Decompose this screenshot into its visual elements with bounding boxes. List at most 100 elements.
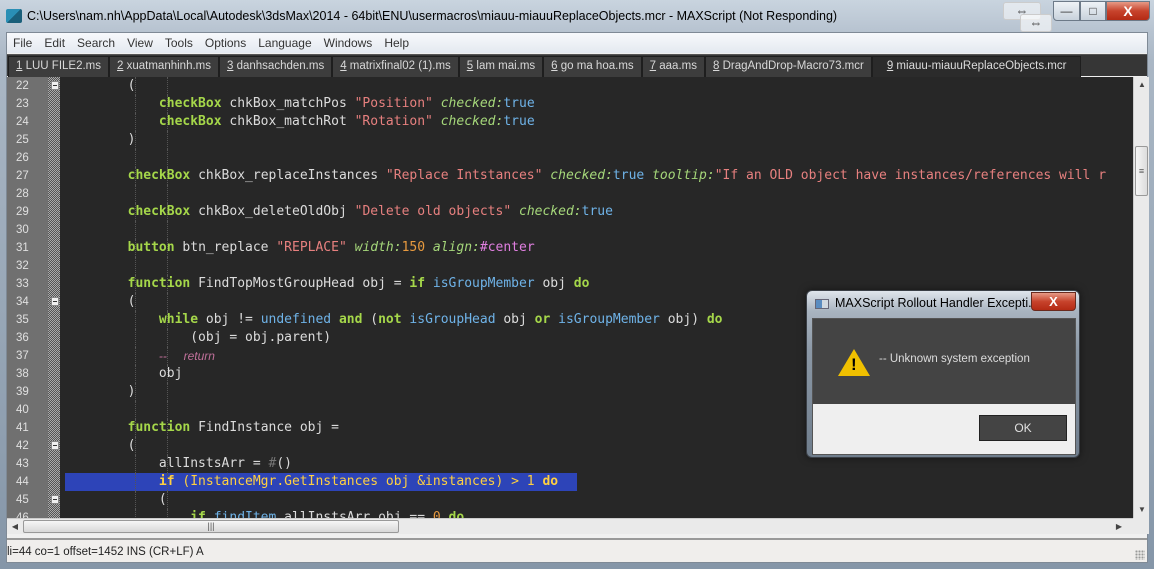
fold-collapse-icon[interactable] [51, 441, 59, 450]
resize-grip-icon[interactable] [1135, 550, 1145, 560]
line-number: 30 [16, 224, 29, 236]
menu-options[interactable]: Options [199, 33, 252, 53]
maxscript-editor-window: C:\Users\nam.nh\AppData\Local\Autodesk\3… [0, 0, 1154, 569]
code-text: ) [65, 131, 136, 149]
vertical-scrollbar[interactable]: ▲ ≡ ▼ [1133, 77, 1149, 518]
scroll-left-arrow-icon[interactable]: ◀ [7, 519, 23, 535]
code-line[interactable]: 46 if findItem allInstsArr obj == 0 do [7, 509, 1133, 518]
code-line[interactable]: 22 ( [7, 77, 1133, 95]
scroll-down-arrow-icon[interactable]: ▼ [1134, 502, 1150, 518]
title-bar: C:\Users\nam.nh\AppData\Local\Autodesk\3… [0, 0, 1154, 32]
code-line[interactable]: 31 button btn_replace "REPLACE" width:15… [7, 239, 1133, 257]
code-text: -- return [65, 347, 215, 366]
fold-collapse-icon[interactable] [51, 297, 59, 306]
menu-view[interactable]: View [121, 33, 159, 53]
scroll-up-arrow-icon[interactable]: ▲ [1134, 77, 1150, 93]
code-token: btn_replace [174, 240, 277, 255]
file-tab-8[interactable]: 8 DragAndDrop-Macro73.mcr [704, 56, 872, 77]
code-line[interactable]: 25 ) [7, 131, 1133, 149]
fold-collapse-icon[interactable] [51, 495, 59, 504]
code-text: checkBox chkBox_matchRot "Rotation" chec… [65, 113, 535, 131]
line-number: 31 [16, 242, 29, 254]
code-token: "Rotation" [354, 114, 433, 129]
code-token: if [158, 474, 175, 489]
code-line[interactable]: 24 checkBox chkBox_matchRot "Rotation" c… [7, 113, 1133, 131]
code-text: ( [65, 77, 136, 95]
code-token: checkBox [127, 168, 191, 183]
tab-label: go ma hoa.ms [557, 60, 634, 72]
horizontal-scrollbar[interactable]: ◀ ||| ▶ [7, 518, 1133, 534]
code-token: do [448, 510, 465, 518]
menu-windows[interactable]: Windows [318, 33, 379, 53]
ok-button[interactable]: OK [979, 415, 1067, 441]
code-line[interactable]: 23 checkBox chkBox_matchPos "Position" c… [7, 95, 1133, 113]
code-token: obj [495, 312, 535, 327]
file-tab-1[interactable]: 1 LUU FILE2.ms [8, 56, 110, 77]
code-line[interactable]: 32 [7, 257, 1133, 275]
code-token: 0 [432, 510, 441, 518]
fold-collapse-icon[interactable] [51, 81, 59, 90]
code-line[interactable]: 26 [7, 149, 1133, 167]
menu-language[interactable]: Language [252, 33, 317, 53]
code-line-current[interactable]: 44 if (InstanceMgr.GetInstances obj &ins… [7, 473, 1133, 491]
code-line[interactable]: 45 ( [7, 491, 1133, 509]
vertical-scroll-thumb[interactable]: ≡ [1135, 146, 1148, 196]
code-token: checked: [440, 96, 504, 111]
line-number: 36 [16, 332, 29, 344]
code-text: obj [65, 365, 183, 383]
tab-label: matrixfinal02 (1).ms [346, 60, 451, 72]
file-tab-6[interactable]: 6 go ma hoa.ms [543, 56, 642, 77]
maximize-button[interactable]: □ [1080, 1, 1106, 21]
indent-guide [167, 491, 168, 509]
close-button[interactable]: X [1106, 1, 1150, 21]
menu-help[interactable]: Help [378, 33, 415, 53]
file-tab-5[interactable]: 5 lam mai.ms [458, 56, 544, 77]
code-token: allInstsArr = [65, 456, 269, 471]
exception-dialog: MAXScript Rollout Handler Excepti... X -… [806, 290, 1080, 458]
horizontal-scroll-thumb[interactable]: ||| [23, 520, 399, 533]
file-tab-7[interactable]: 7 aaa.ms [641, 56, 705, 77]
code-line[interactable]: 28 [7, 185, 1133, 203]
code-token: () [276, 456, 292, 471]
code-token: true [503, 114, 535, 129]
line-number: 34 [16, 296, 29, 308]
scroll-right-arrow-icon[interactable]: ▶ [1111, 519, 1127, 535]
file-tab-9[interactable]: 9 miauu-miauuReplaceObjects.mcr [871, 56, 1082, 77]
menu-tools[interactable]: Tools [159, 33, 199, 53]
code-token: tooltip: [652, 168, 715, 183]
line-number: 23 [16, 98, 29, 110]
warning-icon [838, 349, 870, 376]
code-line[interactable]: 30 [7, 221, 1133, 239]
line-number: 33 [16, 278, 29, 290]
code-line[interactable]: 29 checkBox chkBox_deleteOldObj "Delete … [7, 203, 1133, 221]
file-tab-4[interactable]: 4 matrixfinal02 (1).ms [332, 56, 459, 77]
tab-label: danhsachden.ms [233, 60, 325, 72]
code-text: checkBox chkBox_deleteOldObj "Delete old… [65, 203, 613, 221]
menu-edit[interactable]: Edit [38, 33, 71, 53]
file-tab-3[interactable]: 3 danhsachden.ms [219, 56, 333, 77]
indent-guide [167, 221, 168, 239]
tab-label: lam mai.ms [473, 60, 536, 72]
code-token: ( [65, 492, 167, 507]
menu-search[interactable]: Search [71, 33, 121, 53]
code-token: true [612, 168, 645, 183]
indent-guide [167, 437, 168, 455]
minimize-button[interactable]: — [1053, 1, 1080, 21]
file-tab-2[interactable]: 2 xuatmanhinh.ms [109, 56, 219, 77]
code-token: obj != [198, 312, 261, 327]
menu-file[interactable]: File [7, 33, 38, 53]
code-token: isGroupMember [432, 276, 535, 291]
code-token: if [409, 276, 426, 291]
dialog-close-button[interactable]: X [1031, 292, 1076, 311]
resize-horizontal-icon-2: ⇔ [1020, 14, 1052, 32]
code-token: or [534, 312, 551, 327]
code-token: "REPLACE" [276, 240, 347, 255]
code-token: "Delete old objects" [354, 204, 512, 219]
code-line[interactable]: 27 checkBox chkBox_replaceInstances "Rep… [7, 167, 1133, 185]
status-bar: li=44 co=1 offset=1452 INS (CR+LF) A [7, 538, 1147, 562]
code-text: if (InstanceMgr.GetInstances obj &instan… [65, 473, 558, 491]
